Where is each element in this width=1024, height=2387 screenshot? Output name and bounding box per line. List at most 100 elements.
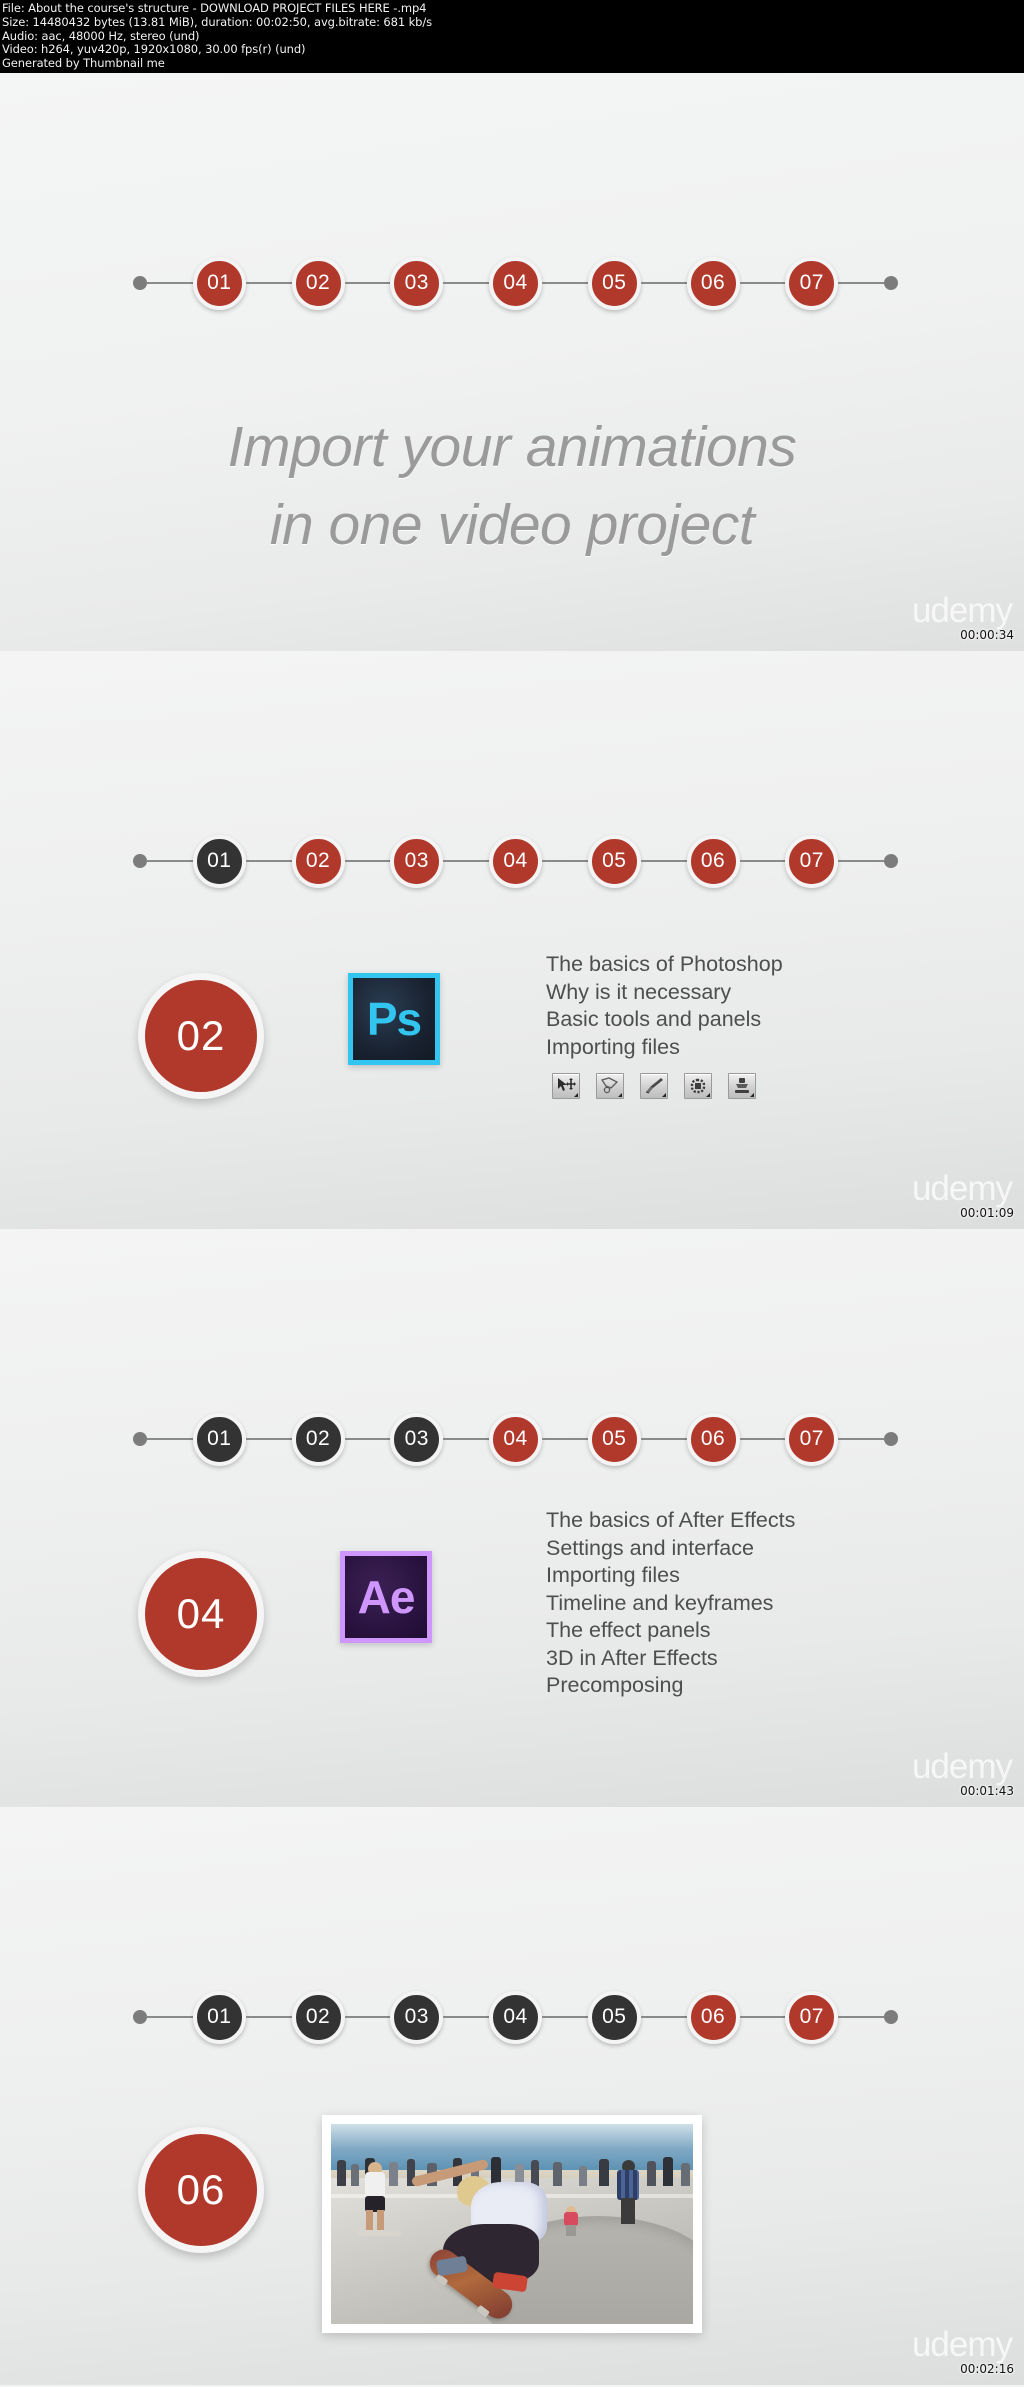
step-indicator-06[interactable]: 06 — [686, 1990, 740, 2044]
track-segment — [245, 1438, 292, 1440]
step-indicator-04[interactable]: 04 — [489, 1990, 542, 2044]
photo-background-skater — [357, 2162, 401, 2236]
lasso-tool-icon[interactable] — [596, 1073, 624, 1099]
track-segment — [245, 282, 292, 284]
step-indicator-01[interactable]: 01 — [192, 1412, 246, 1466]
step-indicator-02[interactable]: 02 — [291, 256, 345, 310]
topic-item: Importing files — [546, 1034, 680, 1059]
file-info-line-video: Video: h264, yuv420p, 1920x1080, 30.00 f… — [2, 42, 306, 57]
step-indicator-07[interactable]: 07 — [785, 1990, 839, 2044]
selection-tool-icon[interactable] — [684, 1073, 712, 1099]
topic-item: Precomposing — [546, 1673, 684, 1697]
step-indicator-06[interactable]: 06 — [686, 834, 740, 888]
step-indicator-03[interactable]: 03 — [390, 1412, 444, 1466]
skateboarder-in-bowl-photo — [331, 2124, 693, 2324]
track-cap-left — [133, 1432, 147, 1446]
track-cap-right — [884, 1432, 898, 1446]
step-indicator-03[interactable]: 03 — [390, 256, 444, 310]
track-segment — [344, 2016, 391, 2018]
track-segment — [640, 282, 687, 284]
track-segment — [640, 1438, 687, 1440]
track-segment — [147, 2016, 193, 2018]
track-segment — [640, 2016, 687, 2018]
track-segment — [542, 2016, 588, 2018]
track-cap-right — [884, 854, 898, 868]
file-info-line-file: File: About the course's structure - DOW… — [2, 1, 427, 15]
topic-item: Why is it necessary — [546, 979, 732, 1004]
track-segment — [739, 2016, 786, 2018]
track-segment — [542, 282, 588, 284]
brush-tool-icon[interactable] — [640, 1073, 668, 1099]
track-cap-left — [133, 854, 147, 868]
track-cap-left — [133, 276, 147, 290]
step-indicator-04[interactable]: 04 — [489, 256, 542, 310]
step-indicator-02[interactable]: 02 — [291, 1412, 345, 1466]
topic-item: Settings and interface — [546, 1535, 754, 1560]
step-indicator-07[interactable]: 07 — [785, 1412, 839, 1466]
move-tool-icon[interactable] — [552, 1073, 580, 1099]
after-effects-logo-icon: Ae — [340, 1551, 432, 1643]
topic-item: 3D in After Effects — [546, 1645, 718, 1670]
photo-standing-man — [617, 2160, 639, 2226]
track-cap-right — [884, 276, 898, 290]
track-segment — [443, 1438, 489, 1440]
file-info-line-audio: Audio: aac, 48000 Hz, stereo (und) — [2, 28, 200, 43]
step-indicator-03[interactable]: 03 — [390, 834, 444, 888]
thumbnail-panel-2: 01 02 03 04 05 06 07 02 Ps The basics of… — [0, 651, 1024, 1229]
section-badge-02: 02 — [138, 973, 264, 1099]
track-segment — [344, 860, 391, 862]
panel-timestamp-3: 00:01:43 — [960, 1784, 1014, 1798]
step-indicator-07[interactable]: 07 — [785, 834, 839, 888]
photoshop-tool-bar — [552, 1073, 756, 1099]
step-indicator-03[interactable]: 03 — [390, 1990, 444, 2044]
slide-title-line-1: Import your animations — [227, 415, 797, 479]
track-segment — [838, 282, 884, 284]
step-indicator-02[interactable]: 02 — [291, 834, 345, 888]
panel-timestamp-2: 00:01:09 — [960, 1206, 1014, 1220]
track-segment — [344, 1438, 391, 1440]
thumbnail-panel-4: 01 02 03 04 05 06 07 06 udemy 00:02:16 — [0, 1807, 1024, 2385]
step-indicator-06[interactable]: 06 — [686, 1412, 740, 1466]
track-segment — [443, 282, 489, 284]
step-indicator-04[interactable]: 04 — [489, 1412, 542, 1466]
photoshop-topic-list: The basics of Photoshop Why is it necess… — [546, 951, 783, 1061]
track-segment — [542, 860, 588, 862]
track-segment — [739, 1438, 786, 1440]
photo-main-skater — [410, 2158, 589, 2324]
udemy-watermark: udemy — [911, 1747, 1013, 1786]
step-indicator-07[interactable]: 07 — [785, 256, 839, 310]
step-indicator-04[interactable]: 04 — [489, 834, 542, 888]
thumbnail-panel-1: 01 02 03 04 05 06 07 Import your animati… — [0, 73, 1024, 651]
topic-item: The effect panels — [546, 1618, 711, 1642]
step-indicator-05[interactable]: 05 — [587, 834, 641, 888]
topic-item: The basics of Photoshop — [546, 952, 783, 976]
panel-timestamp-4: 00:02:16 — [960, 2362, 1014, 2376]
step-indicator-01[interactable]: 01 — [192, 834, 246, 888]
step-track-1: 01 02 03 04 05 06 07 — [133, 253, 898, 313]
track-segment — [739, 282, 786, 284]
track-segment — [838, 1438, 884, 1440]
stamp-tool-icon[interactable] — [728, 1073, 756, 1099]
thumbnail-sheet: 01 02 03 04 05 06 07 Import your animati… — [0, 73, 1024, 2385]
track-segment — [838, 860, 884, 862]
step-indicator-06[interactable]: 06 — [686, 256, 740, 310]
step-indicator-02[interactable]: 02 — [291, 1990, 345, 2044]
track-segment — [147, 860, 193, 862]
step-indicator-05[interactable]: 05 — [587, 1412, 641, 1466]
track-segment — [344, 282, 391, 284]
step-indicator-01[interactable]: 01 — [192, 1990, 246, 2044]
step-indicator-05[interactable]: 05 — [587, 1990, 641, 2044]
step-track-3: 01 02 03 04 05 06 07 — [133, 1409, 898, 1469]
topic-item: Importing files — [546, 1563, 680, 1587]
udemy-watermark: udemy — [911, 1169, 1013, 1208]
track-segment — [147, 1438, 193, 1440]
step-indicator-01[interactable]: 01 — [192, 256, 246, 310]
photoshop-logo-icon: Ps — [348, 973, 440, 1065]
track-cap-right — [884, 2010, 898, 2024]
track-segment — [443, 860, 489, 862]
track-segment — [640, 860, 687, 862]
track-segment — [245, 860, 292, 862]
step-track-4: 01 02 03 04 05 06 07 — [133, 1987, 898, 2047]
step-indicator-05[interactable]: 05 — [587, 256, 641, 310]
topic-item: Timeline and keyframes — [546, 1590, 774, 1615]
